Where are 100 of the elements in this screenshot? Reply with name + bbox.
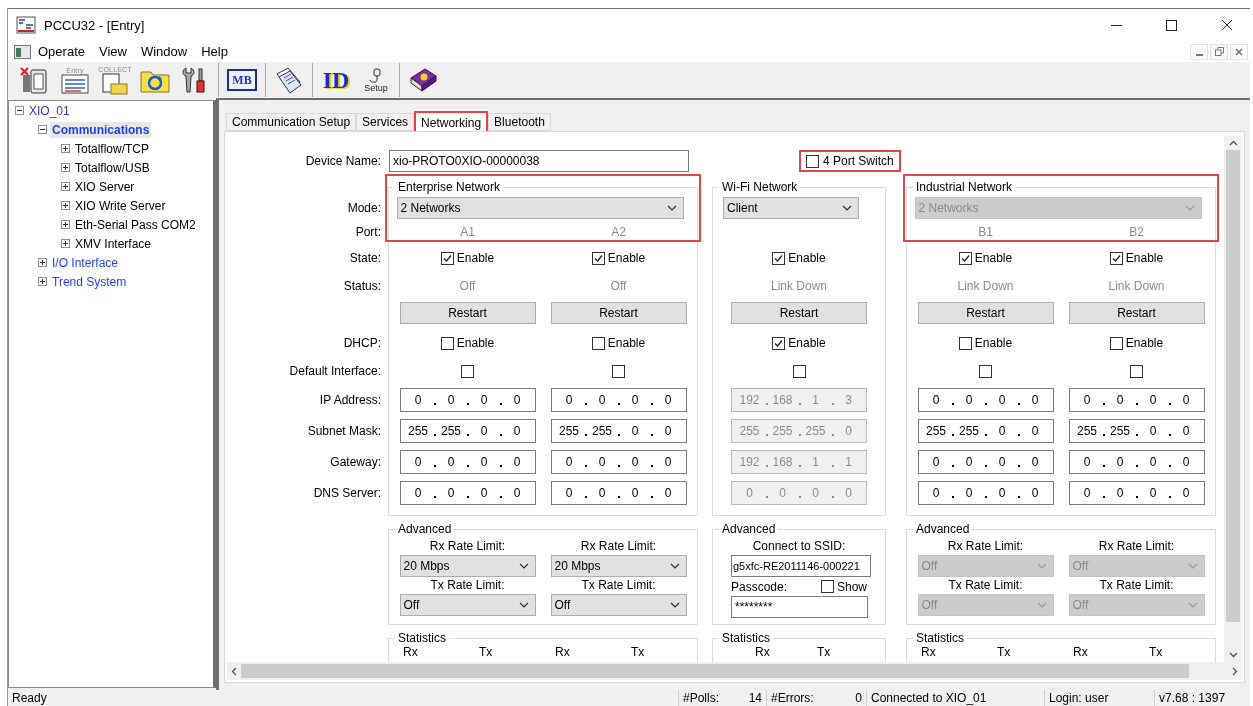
id-button[interactable]: ID xyxy=(318,63,354,97)
dropdown[interactable]: Client xyxy=(723,197,859,219)
expand-icon[interactable] xyxy=(61,220,70,229)
menu-item[interactable]: Window xyxy=(133,44,195,59)
dropdown[interactable]: 20 Mbps xyxy=(399,555,536,577)
tab[interactable]: Bluetooth xyxy=(488,113,551,131)
subnet-mask-field[interactable]: 255 255 0 0 xyxy=(550,419,687,443)
checkbox[interactable] xyxy=(979,364,992,378)
dns-server-field[interactable]: 0 0 0 0 xyxy=(1068,480,1205,505)
scroll-thumb[interactable] xyxy=(241,664,1189,678)
tree-item[interactable]: Totalflow/TCP xyxy=(73,140,152,157)
port-label: A1 xyxy=(460,225,475,239)
scroll-left-icon[interactable] xyxy=(231,666,237,676)
tree-item[interactable]: Eth-Serial Pass COM2 xyxy=(73,216,198,233)
expand-icon[interactable] xyxy=(61,163,70,172)
ssid-field[interactable]: g5xfc-RE2011146-000221 xyxy=(731,555,871,577)
rate-label: Tx Rate Limit: xyxy=(580,577,657,594)
field-label: Default Interface: xyxy=(289,364,381,378)
checkbox[interactable] xyxy=(958,336,972,350)
checkbox[interactable] xyxy=(1109,336,1123,350)
tree-item[interactable]: XIO Server xyxy=(73,178,137,195)
horizontal-scrollbar[interactable] xyxy=(227,662,1242,680)
minimize-button[interactable] xyxy=(1190,43,1208,60)
checkbox[interactable] xyxy=(958,251,972,265)
ip-address-field[interactable]: 0 0 0 0 xyxy=(399,388,536,412)
status-label: #Polls: xyxy=(683,690,720,706)
tree-item[interactable]: Communications xyxy=(50,121,152,138)
checkbox[interactable] xyxy=(806,154,819,168)
tree-item[interactable]: Totalflow/USB xyxy=(73,159,152,176)
checkbox[interactable] xyxy=(440,251,454,265)
expand-icon[interactable] xyxy=(38,258,47,267)
menu-item[interactable]: Help xyxy=(194,44,235,59)
checkbox[interactable] xyxy=(591,336,605,350)
restart-button[interactable]: Restart xyxy=(1068,302,1205,324)
passcode-field[interactable]: ******** xyxy=(731,596,868,618)
gateway-field[interactable]: 0 0 0 0 xyxy=(1068,449,1205,474)
dropdown[interactable]: Off xyxy=(550,594,687,616)
ip-address-field[interactable]: 0 0 0 0 xyxy=(917,388,1054,412)
dns-server-field[interactable]: 0 0 0 0 xyxy=(917,480,1054,505)
status-label: #Errors: xyxy=(771,690,814,706)
expand-icon[interactable] xyxy=(38,277,47,286)
tab[interactable]: Networking xyxy=(414,111,489,132)
restart-button[interactable]: Restart xyxy=(550,302,687,324)
ip-address-field[interactable]: 0 0 0 0 xyxy=(1068,388,1205,412)
tree-item[interactable]: XMV Interface xyxy=(73,235,154,252)
tree-item[interactable]: XIO Write Server xyxy=(73,197,168,214)
close-button[interactable] xyxy=(1230,43,1248,60)
scroll-up-icon[interactable] xyxy=(1228,140,1238,146)
device-name-field[interactable]: xio-PROTO0XIO-00000038 xyxy=(389,150,689,172)
gateway-field[interactable]: 0 0 0 0 xyxy=(917,449,1054,474)
tree-item[interactable]: XIO_01 xyxy=(27,102,72,119)
tree-item[interactable]: Trend System xyxy=(50,273,129,290)
expand-icon[interactable] xyxy=(61,201,70,210)
dropdown[interactable]: Off xyxy=(399,594,536,616)
dropdown[interactable]: 20 Mbps xyxy=(550,555,687,577)
restore-button[interactable] xyxy=(1210,43,1228,60)
subnet-mask-field[interactable]: 255 255 0 0 xyxy=(917,419,1054,443)
restart-button[interactable]: Restart xyxy=(399,302,536,324)
dropdown[interactable]: 2 Networks xyxy=(396,197,684,219)
checkbox[interactable] xyxy=(461,364,474,378)
checkbox[interactable] xyxy=(772,336,786,350)
minimize-icon xyxy=(1111,24,1122,26)
checkbox[interactable] xyxy=(1130,364,1143,378)
restart-button[interactable]: Restart xyxy=(917,302,1054,324)
tree-item[interactable]: I/O Interface xyxy=(50,254,121,271)
tab[interactable]: Services xyxy=(356,113,415,131)
field-label: Mode: xyxy=(347,201,381,215)
collapse-icon[interactable] xyxy=(38,125,47,134)
group-title: Statistics xyxy=(915,631,965,645)
checkbox[interactable] xyxy=(591,251,605,265)
checkbox[interactable] xyxy=(772,251,786,265)
field-label: IP Address: xyxy=(319,393,381,407)
menu-item[interactable]: Operate xyxy=(31,44,92,59)
menu-item[interactable]: View xyxy=(92,44,134,59)
scroll-right-icon[interactable] xyxy=(1232,666,1238,676)
scroll-down-icon[interactable] xyxy=(1228,652,1238,658)
checkbox[interactable] xyxy=(612,364,625,378)
gateway-field[interactable]: 0 0 0 0 xyxy=(399,449,536,474)
vertical-scrollbar[interactable] xyxy=(1224,136,1242,662)
column-header: Tx xyxy=(817,645,832,661)
subnet-mask-field[interactable]: 255 255 0 0 xyxy=(1068,419,1205,443)
collapse-icon[interactable] xyxy=(15,106,24,115)
subnet-mask-field[interactable]: 255 255 0 0 xyxy=(399,419,536,443)
scroll-thumb[interactable] xyxy=(1226,150,1240,622)
gateway-field[interactable]: 0 0 0 0 xyxy=(550,449,687,474)
setup-button[interactable]: Setup xyxy=(358,63,394,97)
field-label: DNS Server: xyxy=(313,485,381,500)
tab[interactable]: Communication Setup xyxy=(226,113,357,131)
expand-icon[interactable] xyxy=(61,239,70,248)
restart-button[interactable]: Restart xyxy=(731,302,867,324)
checkbox[interactable] xyxy=(792,364,806,378)
expand-icon[interactable] xyxy=(61,144,70,153)
ip-address-field[interactable]: 0 0 0 0 xyxy=(550,388,687,412)
checkbox[interactable] xyxy=(1109,251,1123,265)
expand-icon[interactable] xyxy=(61,182,70,191)
dns-server-field[interactable]: 0 0 0 0 xyxy=(550,480,687,505)
checkbox[interactable] xyxy=(440,336,454,350)
dns-server-field[interactable]: 0 0 0 0 xyxy=(399,480,536,505)
checkbox[interactable] xyxy=(820,580,834,593)
checkbox-label: Enable xyxy=(974,336,1013,350)
